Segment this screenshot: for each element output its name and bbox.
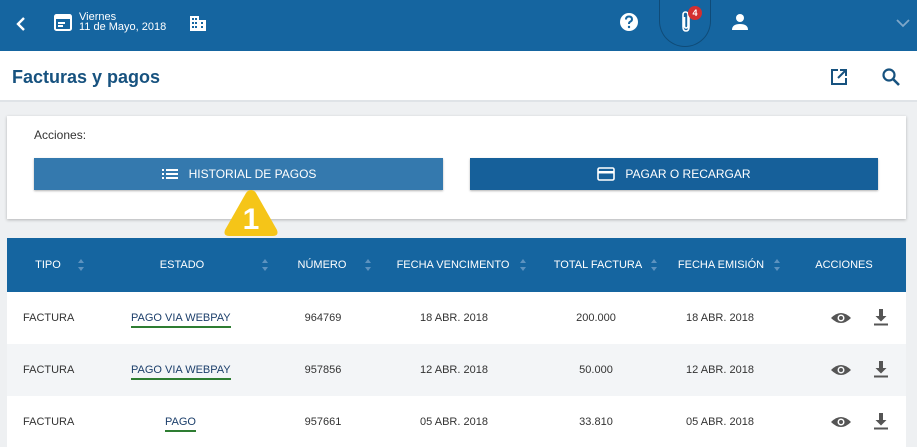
sort-icon[interactable] [364,258,372,272]
column-header-estado[interactable]: ESTADO [147,259,217,271]
cell-tipo: FACTURA [23,364,75,376]
download-icon[interactable] [872,411,890,431]
sort-icon[interactable] [650,258,658,272]
list-icon [161,169,178,179]
column-header-fecha-vencimento[interactable]: FECHA VENCIMENTO [395,259,511,271]
user-icon[interactable] [729,11,751,33]
table-header: TIPO ESTADO NÚMERO FECHA VENCIMENTO TOTA… [7,238,906,292]
open-external-icon[interactable] [828,66,850,88]
cell-vencimiento: 12 ABR. 2018 [420,364,488,376]
sort-icon[interactable] [77,258,85,272]
cell-emision: 18 ABR. 2018 [686,312,754,324]
notification-badge: 4 [688,6,702,20]
cell-numero: 957661 [304,416,342,428]
back-arrow-icon[interactable] [10,12,34,36]
column-header-total-factura[interactable]: TOTAL FACTURA [551,259,645,271]
sort-icon[interactable] [519,258,527,272]
warning-marker-icon: 1 [224,190,278,236]
pay-or-recharge-label: PAGAR O RECARGAR [625,167,751,181]
payment-history-button[interactable]: HISTORIAL DE PAGOS [34,158,443,190]
cell-total: 200.000 [576,312,616,324]
status-link[interactable]: PAGO [165,416,196,432]
column-header-numero[interactable]: NÚMERO [292,259,352,271]
marker-number: 1 [243,203,260,236]
page-header: Facturas y pagos [0,51,917,102]
cell-emision: 05 ABR. 2018 [686,416,754,428]
sort-icon[interactable] [773,258,781,272]
download-icon[interactable] [872,307,890,327]
chevron-down-icon[interactable] [893,13,913,33]
actions-label: Acciones: [34,128,87,142]
table-row: FACTURA PAGO VIA WEBPAY 964769 18 ABR. 2… [7,292,906,344]
cell-vencimiento: 05 ABR. 2018 [420,416,488,428]
status-link[interactable]: PAGO VIA WEBPAY [131,312,231,328]
date-full: 11 de Mayo, 2018 [79,21,167,33]
credit-card-icon [597,167,616,181]
pay-or-recharge-button[interactable]: PAGAR O RECARGAR [470,158,878,190]
actions-card: Acciones: HISTORIAL DE PAGOS PAGAR O REC… [7,116,906,219]
building-icon[interactable] [188,13,208,33]
table-row: FACTURA PAGO VIA WEBPAY 957856 12 ABR. 2… [7,344,906,396]
invoices-table: TIPO ESTADO NÚMERO FECHA VENCIMENTO TOTA… [7,238,906,447]
cell-numero: 964769 [304,312,342,324]
cell-tipo: FACTURA [23,312,75,324]
cell-tipo: FACTURA [23,416,75,428]
eye-icon[interactable] [830,310,852,326]
search-icon[interactable] [880,66,902,88]
column-header-tipo[interactable]: TIPO [34,259,62,271]
cell-total: 50.000 [579,364,613,376]
sort-icon[interactable] [261,258,269,272]
calendar-icon[interactable] [53,12,73,32]
status-link[interactable]: PAGO VIA WEBPAY [131,364,231,380]
column-header-acciones: ACCIONES [815,259,873,271]
cell-total: 33.810 [579,416,613,428]
cell-vencimiento: 18 ABR. 2018 [420,312,488,324]
help-icon[interactable] [618,11,640,33]
attachments-button[interactable]: 4 [659,0,711,47]
cell-numero: 957856 [304,364,342,376]
column-header-fecha-emision[interactable]: FECHA EMISIÓN [675,259,767,271]
eye-icon[interactable] [830,414,852,430]
top-bar: Viernes 11 de Mayo, 2018 4 [0,0,917,51]
table-row: FACTURA PAGO 957661 05 ABR. 2018 33.810 … [7,396,906,447]
download-icon[interactable] [872,359,890,379]
cell-emision: 12 ABR. 2018 [686,364,754,376]
payment-history-label: HISTORIAL DE PAGOS [188,167,317,181]
page-title: Facturas y pagos [12,67,161,87]
eye-icon[interactable] [830,362,852,378]
